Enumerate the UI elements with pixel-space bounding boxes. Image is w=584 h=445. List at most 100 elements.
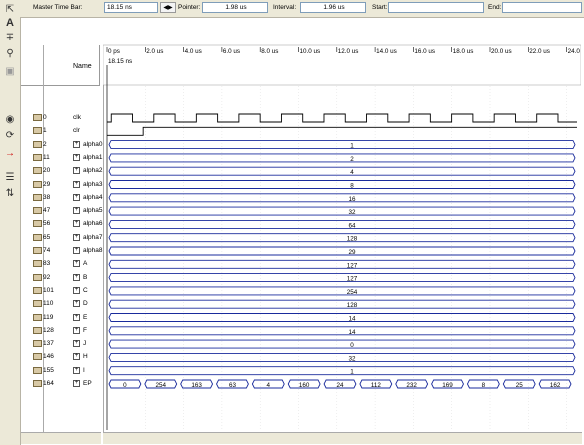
expand-icon[interactable]: + (73, 353, 80, 361)
signal-index: 29 (43, 180, 51, 188)
master-time-marker-label: 18.15 ns (108, 58, 132, 65)
signal-name: alpha1 (83, 153, 103, 161)
bus-waveform (108, 166, 576, 176)
signal-index: 47 (43, 207, 51, 215)
expand-icon[interactable]: + (73, 326, 80, 334)
bus-waveform (108, 313, 576, 322)
ruler-tick-label: 10.0 us (300, 48, 321, 55)
expand-icon[interactable]: + (73, 140, 80, 148)
signal-name: C (83, 286, 88, 294)
signal-index: 119 (43, 313, 54, 321)
signal-index: 92 (43, 273, 51, 281)
bus-value-label: 0 (123, 382, 127, 389)
full-screen-icon[interactable]: ▣ (2, 64, 18, 78)
node-list-header: Name (21, 45, 100, 86)
bus-waveform (108, 140, 576, 150)
expand-icon[interactable]: + (73, 300, 80, 308)
bus-waveform (108, 326, 576, 336)
expand-icon[interactable]: + (73, 153, 80, 161)
bus-value-label: 29 (348, 249, 356, 256)
ruler-tick-label: 18.0 us (453, 48, 474, 55)
signal-name: J (83, 340, 87, 348)
expand-icon[interactable]: + (73, 380, 80, 387)
bus-waveform (108, 193, 576, 203)
signal-index: 137 (43, 340, 54, 348)
signal-index: 101 (43, 286, 54, 294)
expand-icon[interactable]: + (73, 180, 80, 188)
waveform-edit-icon[interactable]: ∓ (2, 30, 18, 44)
master-time-bar-label: Master Time Bar: (33, 4, 83, 11)
ruler-tick-label: 12.0 us (338, 48, 359, 55)
signal-name: B (83, 273, 88, 281)
bus-waveform (108, 299, 576, 309)
sort-icon[interactable]: ☰ (2, 170, 18, 184)
expand-icon[interactable]: + (73, 366, 80, 374)
ruler-tick-label: 20.0 us (491, 48, 512, 55)
expand-icon[interactable]: + (73, 167, 80, 175)
ruler-tick-label: 22.0 us (529, 48, 550, 55)
text-icon[interactable]: A (2, 16, 18, 30)
signal-index: 11 (43, 153, 50, 161)
expand-icon[interactable]: + (73, 220, 80, 228)
signal-index: 146 (43, 353, 54, 361)
zoom-icon[interactable]: ⚲ (2, 46, 18, 60)
bus-value-label: 254 (347, 289, 358, 296)
bus-value-label: 16 (348, 196, 356, 203)
bus-waveform (108, 180, 576, 189)
bus-value-label: 1 (350, 143, 354, 150)
ruler-tick-label: 8.0 us (261, 48, 278, 55)
waveform-toolbar: ⇱ A ∓ ⚲ ▣ ◉ ⟳ → ☰ ⇅ (0, 0, 21, 445)
bus-waveform (108, 246, 576, 256)
overwrite-icon[interactable]: → (2, 146, 18, 160)
signal-index: 164 (43, 380, 54, 387)
signal-name: alpha8 (83, 247, 103, 254)
bus-value-label: 4 (350, 169, 354, 176)
bus-waveform (108, 366, 576, 376)
expand-icon[interactable]: + (73, 260, 80, 268)
expand-icon[interactable]: + (73, 207, 80, 215)
bus-value-label: 112 (371, 382, 382, 389)
expand-icon[interactable]: + (73, 286, 80, 294)
bus-value-label: 128 (347, 302, 358, 309)
bus-waveform (108, 352, 576, 362)
signal-name: alpha7 (83, 233, 103, 241)
expand-icon[interactable]: + (73, 340, 80, 348)
bus-value-label: 14 (348, 316, 356, 323)
signal-index: 0 (43, 114, 47, 121)
expand-icon[interactable]: + (73, 273, 80, 281)
bus-value-label: 127 (347, 276, 358, 283)
expand-icon[interactable]: + (73, 233, 80, 241)
bus-value-label: 254 (156, 382, 167, 389)
find-icon[interactable]: ◉ (2, 112, 18, 126)
signal-index: 1 (43, 127, 47, 135)
expand-icon[interactable]: + (73, 247, 80, 254)
clr-waveform (107, 126, 577, 136)
signal-name: alpha3 (83, 180, 103, 188)
expand-icon[interactable]: + (73, 313, 80, 321)
bus-waveform (108, 233, 576, 243)
bus-value-label: 127 (347, 262, 358, 269)
signal-index: 38 (43, 193, 51, 201)
replace-icon[interactable]: ⟳ (2, 128, 18, 142)
clock-waveform (107, 113, 577, 123)
waveform-display[interactable]: 0 ps 2.0 us 4.0 us 6.0 us 8.0 us 10.0 us 12.0 … (103, 0, 581, 445)
signal-name: I (83, 366, 85, 374)
bus-value-label: 14 (348, 329, 356, 336)
sort-az-icon[interactable]: ⇅ (2, 186, 18, 200)
signal-name: H (83, 353, 88, 361)
bus-value-label: 64 (348, 222, 356, 229)
signal-name: alpha2 (83, 167, 103, 175)
bus-value-label: 8 (350, 183, 354, 190)
bus-waveform (108, 153, 576, 163)
pointer-icon[interactable]: ⇱ (2, 2, 18, 16)
signal-name: E (83, 313, 88, 321)
name-pane-scrollbar[interactable] (21, 432, 101, 444)
ruler-tick-label: 2.0 us (146, 48, 163, 55)
ruler-tick-label: 4.0 us (185, 48, 202, 55)
signal-index: 20 (43, 167, 51, 175)
expand-icon[interactable]: + (73, 193, 80, 201)
waveform-scrollbar[interactable] (103, 432, 582, 444)
bus-value-label: 32 (348, 355, 356, 362)
signal-name: alpha0 (83, 140, 103, 148)
ruler-tick-label: 14.0 us (376, 48, 397, 55)
